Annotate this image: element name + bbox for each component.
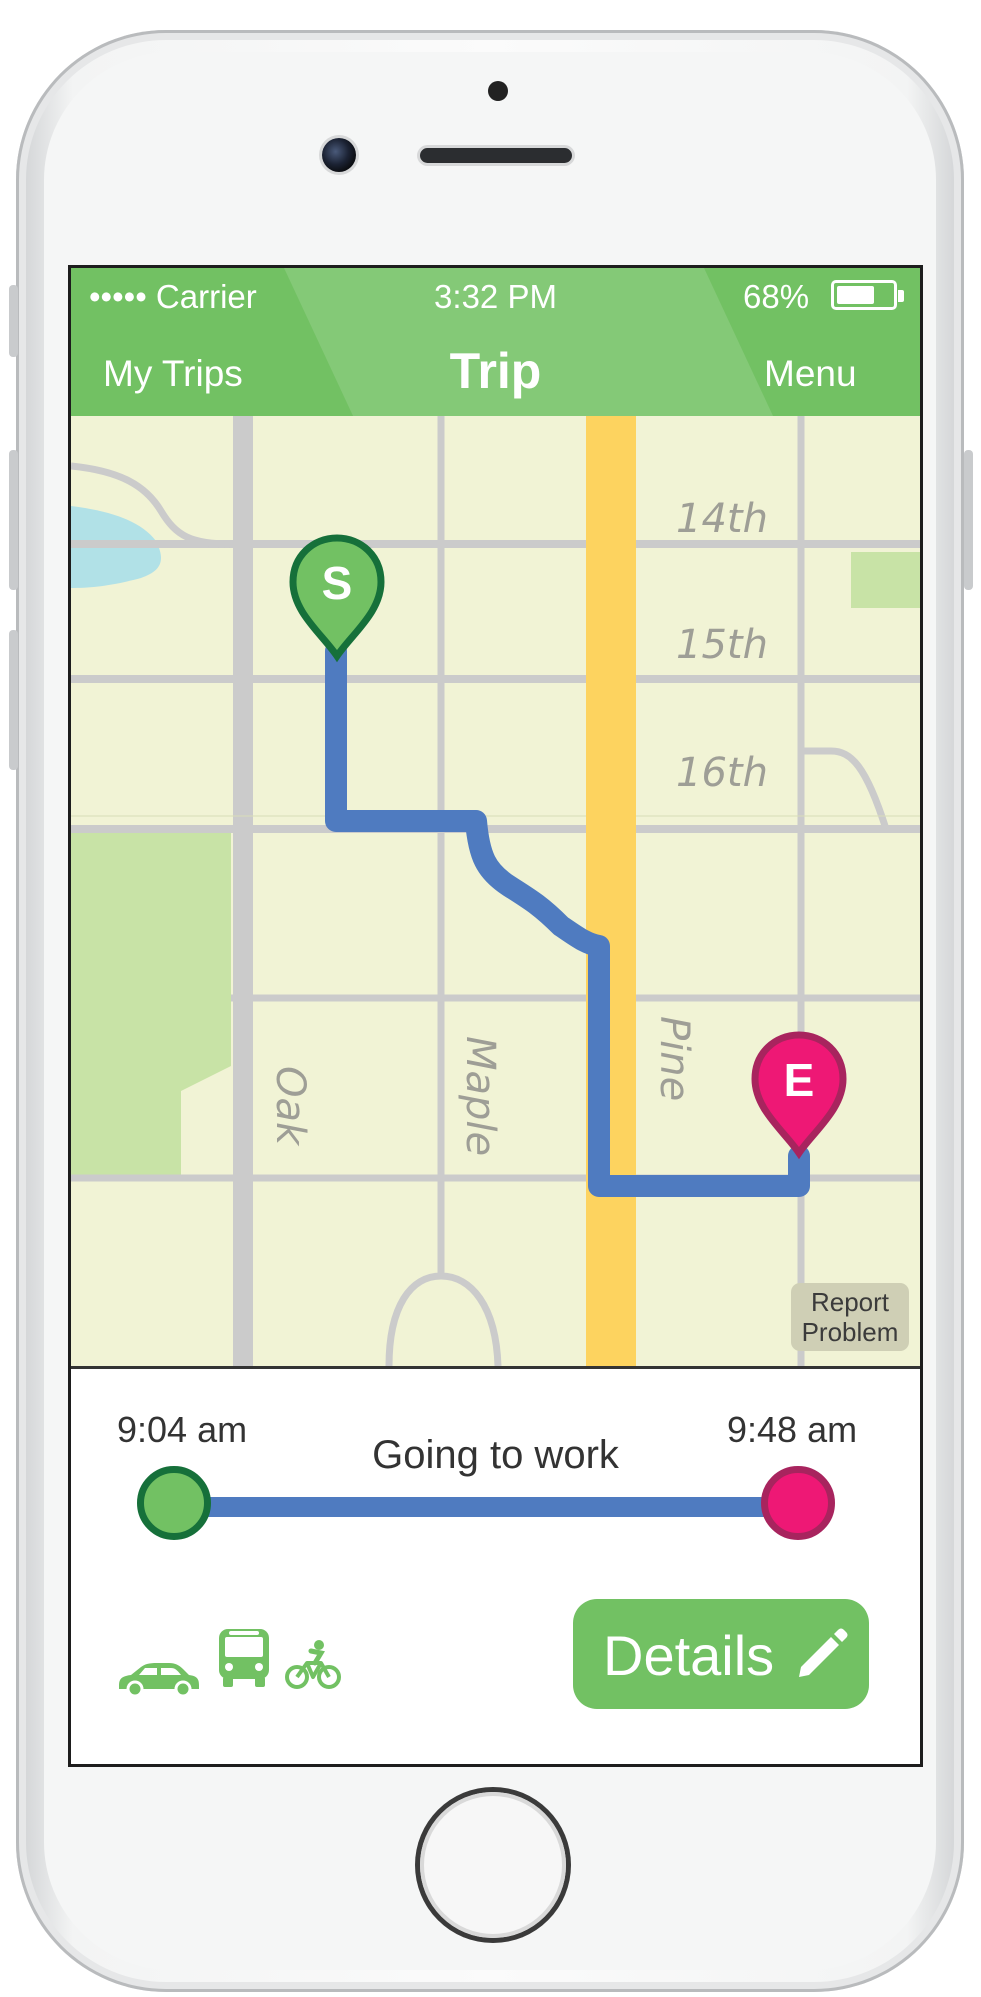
map-view[interactable]: 14th 15th 16th Oak Maple Pine S E Report… <box>71 416 920 1366</box>
map-canvas <box>71 416 920 1366</box>
proximity-sensor <box>488 81 508 101</box>
details-button[interactable]: Details <box>573 1599 869 1709</box>
front-camera <box>322 138 356 172</box>
app-screen: ••••• Carrier 3:32 PM 68% My Trips Trip … <box>68 265 923 1767</box>
timeline-end-dot <box>761 1466 835 1540</box>
street-label-maple: Maple <box>457 1036 503 1157</box>
route-line <box>325 640 810 1197</box>
trip-summary-panel: 9:04 am 9:48 am Going to work Details <box>71 1366 920 1764</box>
start-pin-label: S <box>321 557 353 609</box>
street-label-pine: Pine <box>651 1016 697 1102</box>
street-label-16th: 16th <box>676 750 768 796</box>
start-pin[interactable]: S <box>287 534 387 664</box>
power-button <box>964 450 973 590</box>
bus-icon[interactable] <box>215 1627 273 1689</box>
park-patch <box>851 552 920 608</box>
mute-switch <box>9 285 18 357</box>
street-label-oak: Oak <box>267 1066 313 1146</box>
report-problem-line1: Report <box>810 1287 890 1317</box>
pine-major-road <box>586 416 636 1366</box>
home-button[interactable] <box>420 1792 566 1938</box>
bicycle-icon[interactable] <box>285 1639 341 1691</box>
pencil-icon <box>799 1628 848 1677</box>
trip-timeline-bar <box>191 1497 771 1517</box>
street-label-15th: 15th <box>676 622 768 668</box>
battery-nub <box>898 290 904 302</box>
menu-button[interactable]: Menu <box>764 353 857 395</box>
end-pin-label: E <box>783 1054 815 1106</box>
app-header: ••••• Carrier 3:32 PM 68% My Trips Trip … <box>71 268 920 416</box>
battery-percent: 68% <box>743 278 810 315</box>
volume-up-button <box>9 450 18 590</box>
car-icon[interactable] <box>115 1659 201 1697</box>
street-label-14th: 14th <box>676 496 768 542</box>
battery-fill <box>837 286 874 304</box>
report-problem-button[interactable]: Report Problem <box>791 1283 909 1351</box>
report-problem-line2: Problem <box>801 1317 899 1347</box>
end-pin[interactable]: E <box>749 1031 849 1161</box>
battery-icon <box>831 280 904 310</box>
park-area <box>71 831 231 1176</box>
timeline-start-dot <box>137 1466 211 1540</box>
earpiece-speaker <box>420 148 572 163</box>
volume-down-button <box>9 630 18 770</box>
details-button-label: Details <box>603 1624 775 1687</box>
